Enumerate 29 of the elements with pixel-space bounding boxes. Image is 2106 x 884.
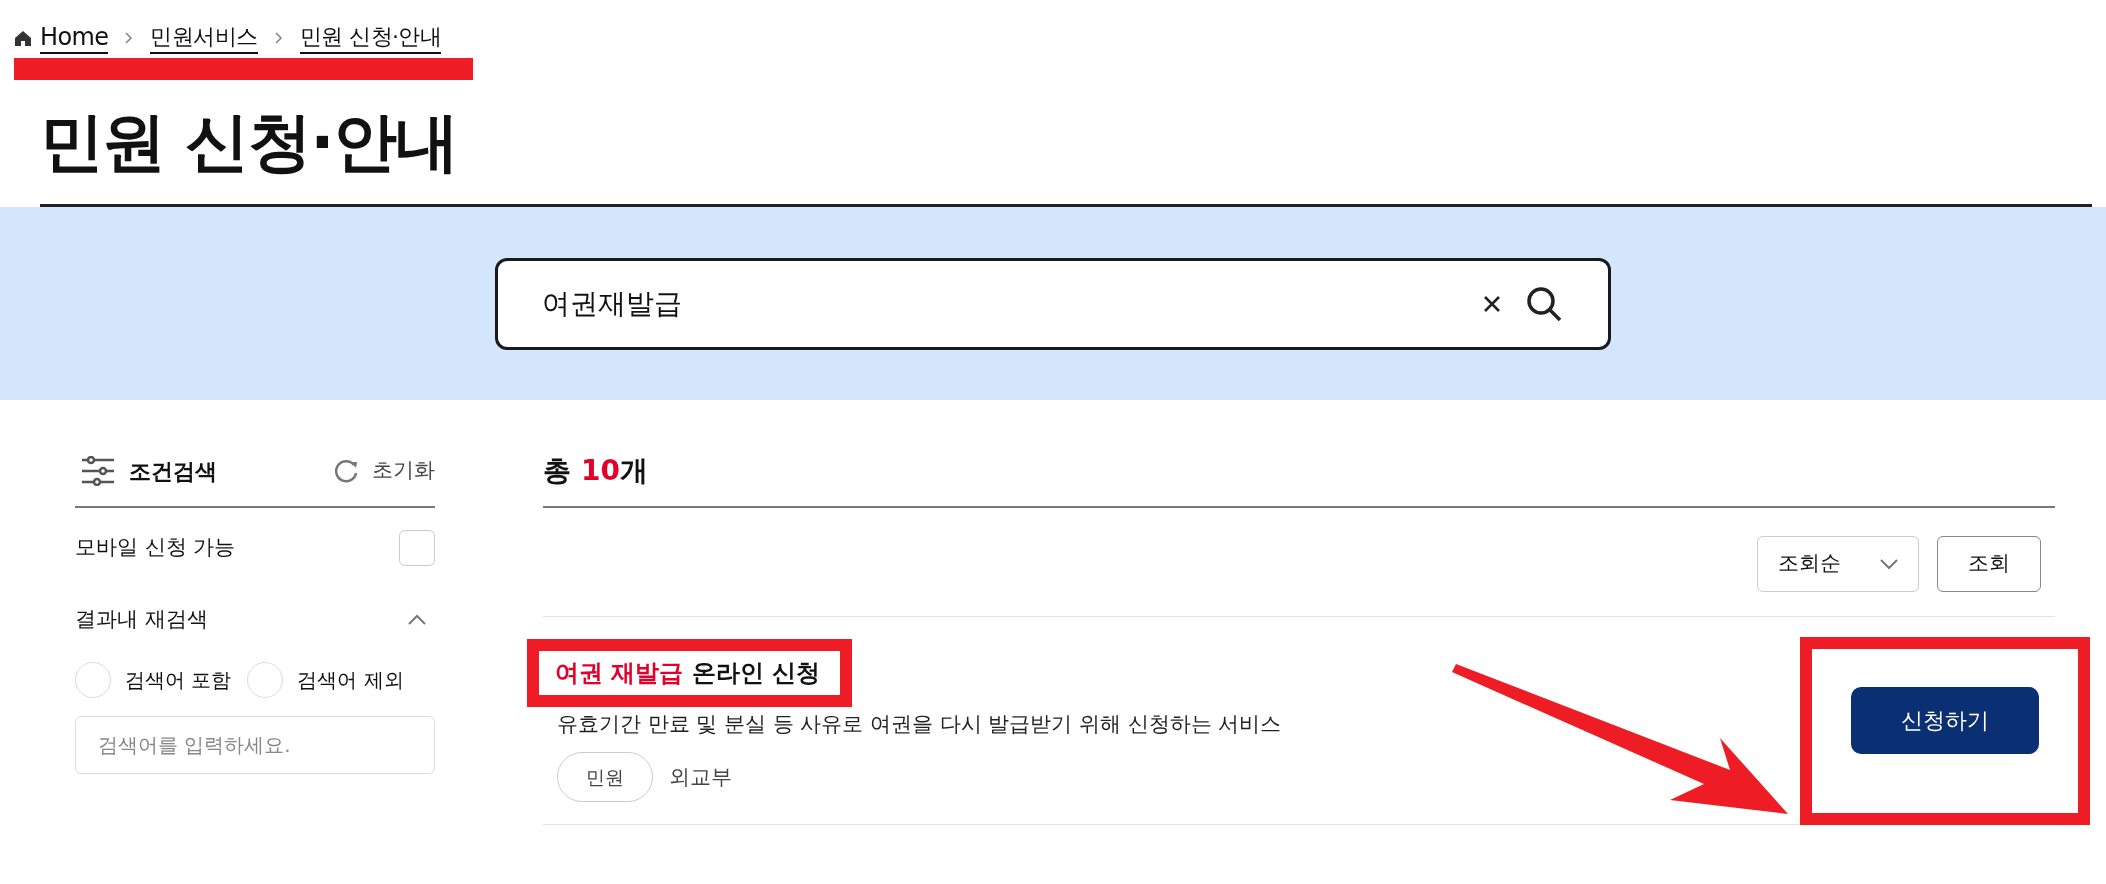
category-tag: 민원 <box>557 752 653 803</box>
chevron-icon <box>124 31 135 45</box>
result-count: 총 10개 <box>543 453 649 489</box>
refresh-icon <box>332 457 360 485</box>
chevron-icon <box>273 31 284 45</box>
checkbox[interactable] <box>399 530 435 566</box>
radio-label: 검색어 제외 <box>297 666 404 694</box>
breadcrumb-link[interactable]: Home <box>40 22 109 54</box>
radio-label: 검색어 포함 <box>125 666 232 694</box>
breadcrumb-link[interactable]: 민원서비스 <box>150 22 258 54</box>
filter-title: 조건검색 <box>129 457 217 486</box>
filter-label: 모바일 신청 가능 <box>75 534 236 562</box>
search-field[interactable]: 여권재발급 <box>495 257 1611 350</box>
breadcrumb-link[interactable]: 민원 신청·안내 <box>299 22 442 54</box>
sliders-icon <box>81 456 115 486</box>
reset-button[interactable]: 초기화 <box>332 455 435 487</box>
result-title[interactable]: 여권 재발급 온라인 신청 <box>527 638 853 707</box>
apply-button[interactable]: 신청하기 <box>1851 686 2039 754</box>
home-icon <box>14 29 32 47</box>
close-icon[interactable] <box>1482 293 1502 314</box>
chevron-icon[interactable] <box>407 613 427 626</box>
search-button[interactable]: 조회 <box>1937 536 2041 592</box>
result-description: 유효기간 만료 및 분실 등 사유로 여권을 다시 발급받기 위해 신청하는 서비스 <box>557 710 1283 738</box>
input-field[interactable]: 검색어를 입력하세요. <box>75 715 435 774</box>
chevron-icon <box>1880 559 1898 569</box>
filter-label: 결과내 재검색 <box>75 606 208 633</box>
page-title: 민원 신청·안내 <box>40 104 459 181</box>
sort-dropdown[interactable]: 조회순 <box>1757 536 1919 592</box>
agency-label: 외교부 <box>669 763 732 791</box>
